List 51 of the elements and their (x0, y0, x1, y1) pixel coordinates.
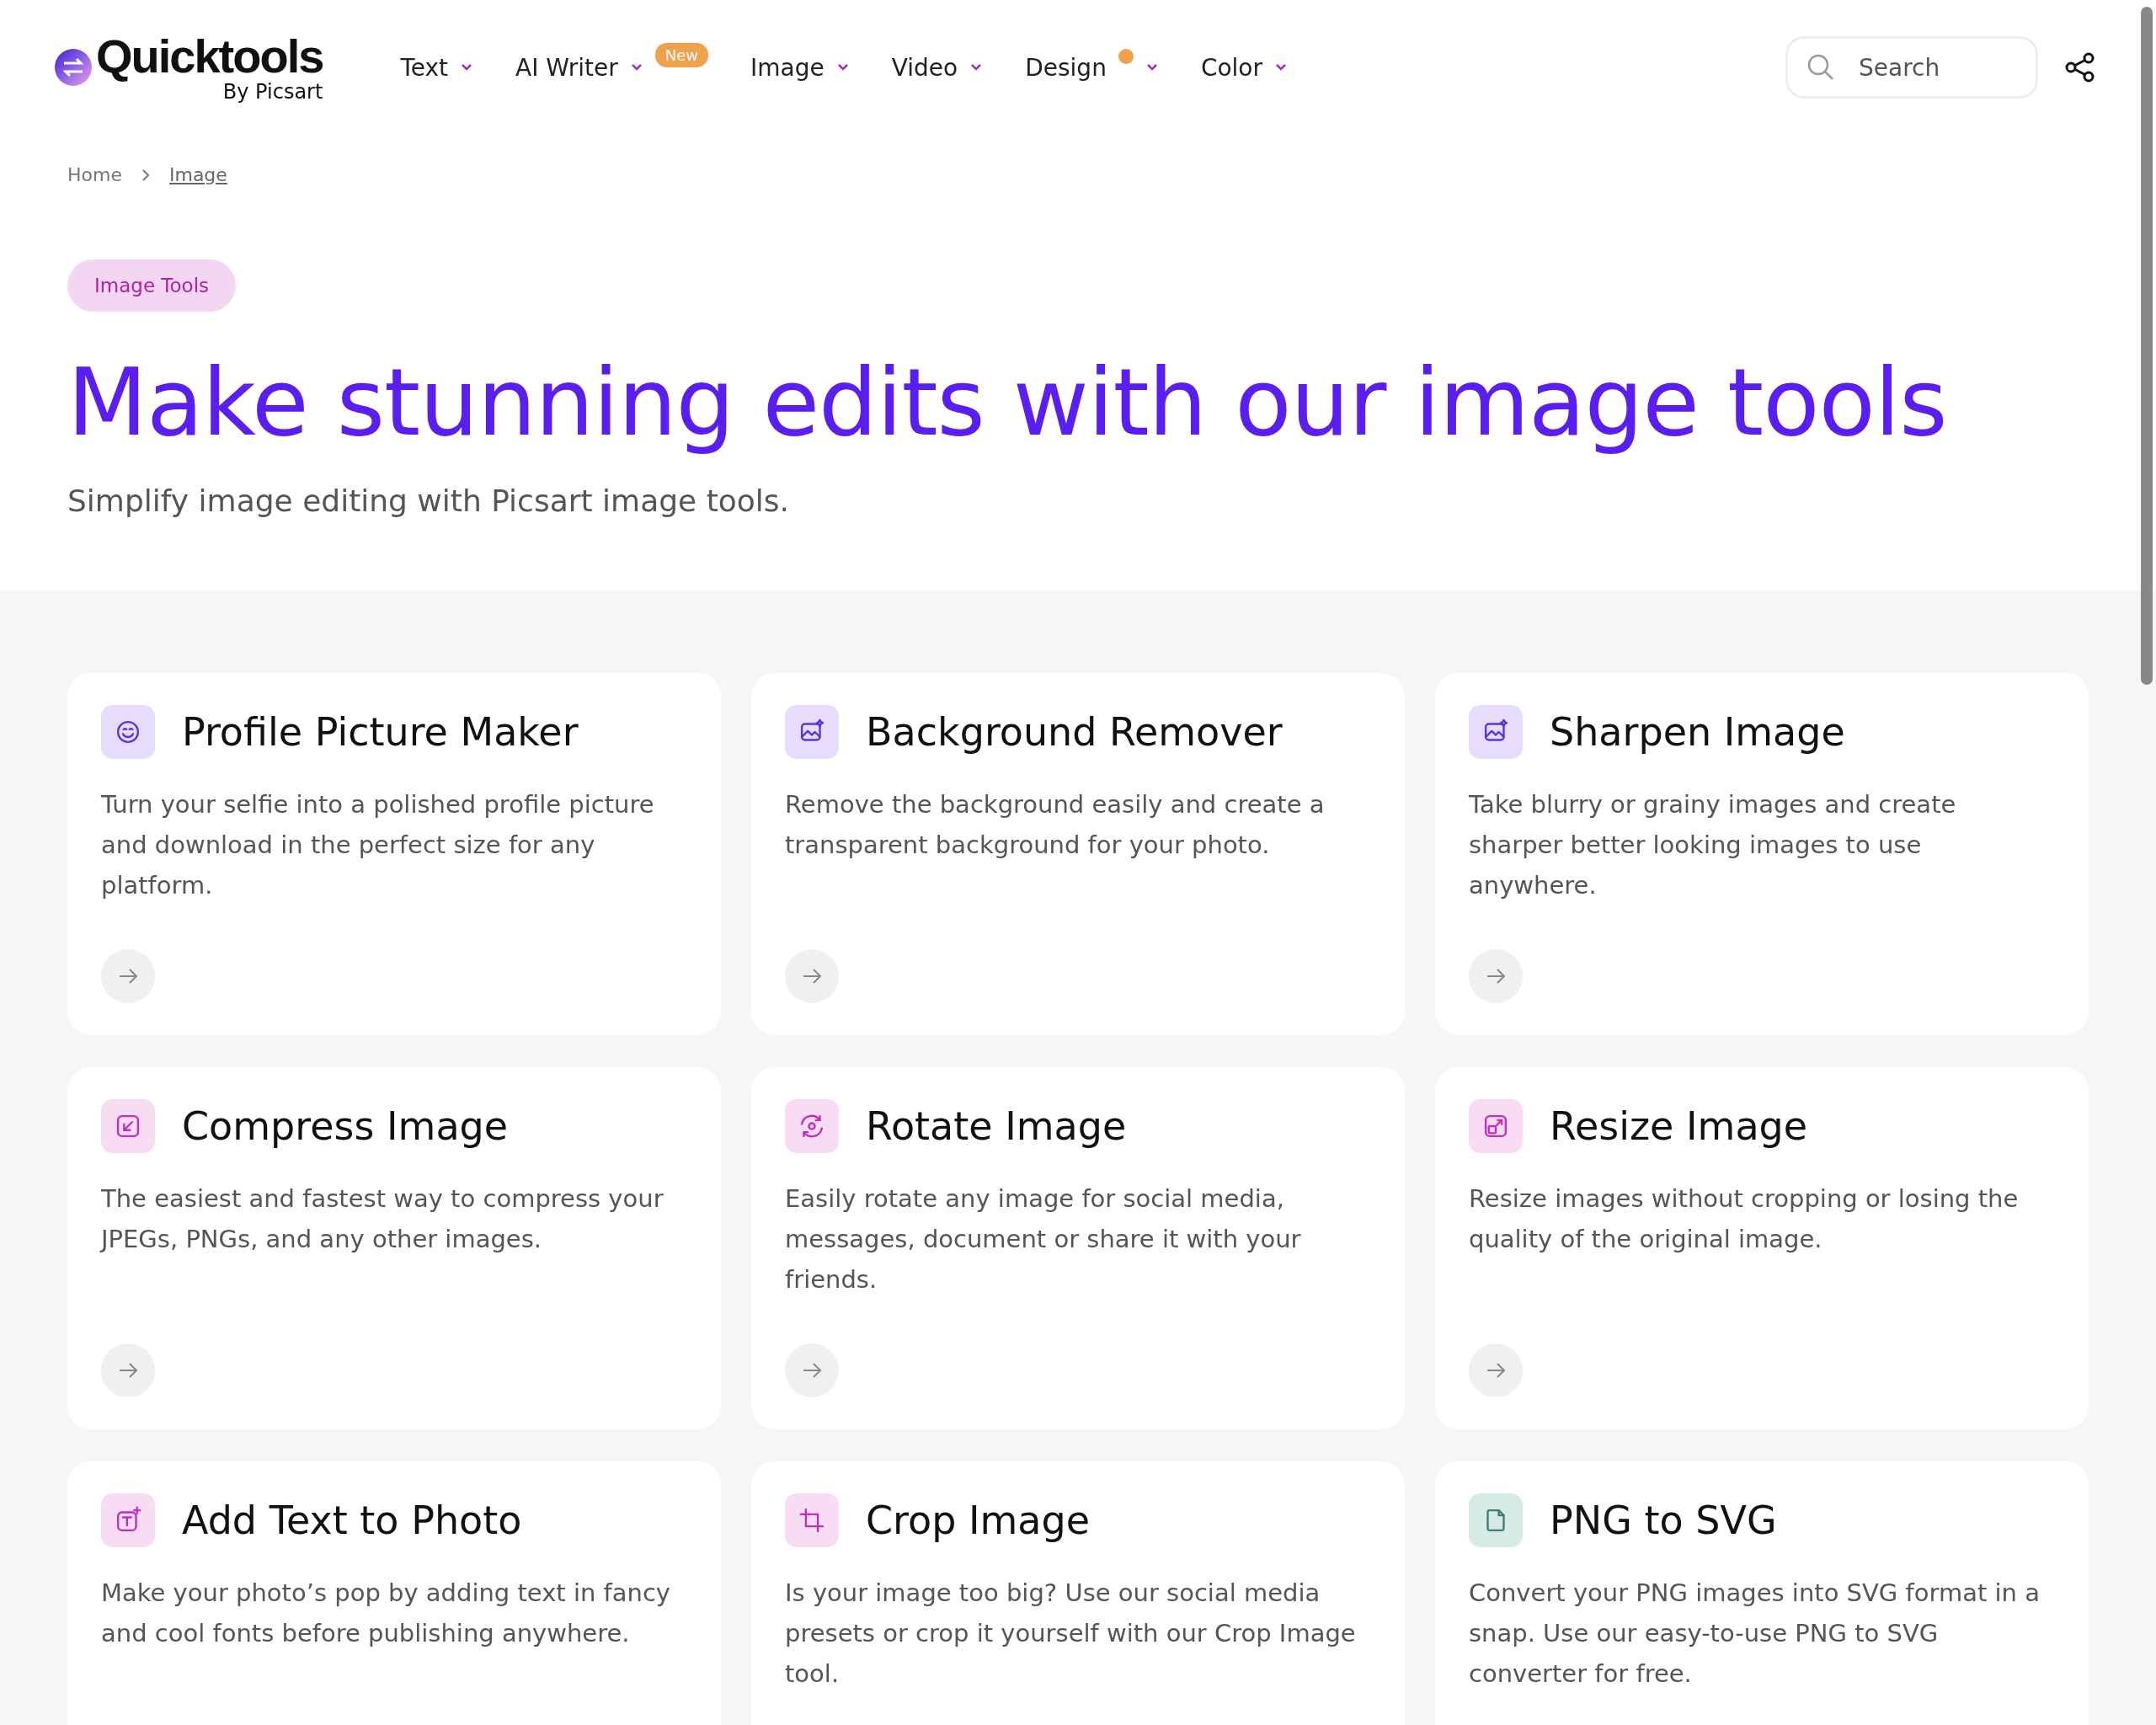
nav-menu-item[interactable]: Text (400, 53, 449, 82)
card-title: Compress Image (182, 1103, 509, 1149)
tool-card[interactable]: Rotate Image Easily rotate any image for social media, messages, document or share it with your friends. (751, 1067, 1405, 1429)
card-title: PNG to SVG (1550, 1498, 1777, 1543)
scrollbar-thumb[interactable] (2141, 7, 2153, 685)
card-title: Rotate Image (866, 1103, 1127, 1149)
tool-card[interactable]: PNG to SVG Convert your PNG images into SVG format in a snap. Use our easy-to-use PNG to SVG converter for free. (1435, 1461, 2089, 1725)
card-description: Easily rotate any image for social media, messages, document or share it with your friends. (785, 1183, 1302, 1295)
logo-byline: By Picsart (222, 82, 323, 102)
chevron-down-icon (835, 62, 850, 72)
nav-menu-item[interactable]: Image (750, 53, 825, 82)
card-description: Turn your selfie into a polished profile picture and download in the perfect size for any platform. (101, 789, 655, 901)
card-description: Is your image too big? Use our social media presets or crop it yourself with our Crop Image tool. (785, 1578, 1357, 1690)
card-description: Resize images without cropping or losing the quality of the original image. (1469, 1183, 2020, 1255)
page-subtitle: Simplify image editing with Picsart image tools. (67, 483, 791, 518)
card-description: Take blurry or grainy images and create sharper better looking images to use anywhere. (1469, 789, 1957, 901)
card-title: Profile Picture Maker (182, 709, 579, 755)
search-field[interactable]: Search (1785, 36, 2038, 99)
tool-card[interactable]: Resize Image Resize images without cropping or losing the quality of the original image. (1435, 1067, 2089, 1429)
card-description: Make your photo’s pop by adding text in fancy and cool fonts before publishing anywhere. (101, 1578, 672, 1649)
card-description: The easiest and fastest way to compress your JPEGs, PNGs, and any other images. (101, 1183, 664, 1255)
card-description: Remove the background easily and create a transparent background for your photo. (785, 789, 1326, 861)
tool-card[interactable]: Compress Image The easiest and fastest way to compress your JPEGs, PNGs, and any other images. (67, 1067, 721, 1429)
card-description: Convert your PNG images into SVG format in a snap. Use our easy-to-use PNG to SVG converter for free. (1469, 1578, 2041, 1690)
nav-menu-item[interactable]: Design (1025, 53, 1107, 82)
chevron-down-icon (1145, 62, 1159, 72)
new-badge: New (654, 42, 709, 67)
tool-card[interactable]: Add Text to Photo Make your photo’s pop by adding text in fancy and cool fonts before publishing anywhere. (67, 1461, 721, 1725)
card-title: Crop Image (866, 1498, 1091, 1543)
tool-card[interactable]: Background Remover Remove the background easily and create a transparent background for your photo. (751, 673, 1405, 1035)
chevron-down-icon (629, 62, 643, 72)
card-title: Add Text to Photo (182, 1498, 522, 1543)
category-tag: Image Tools (67, 259, 236, 312)
breadcrumb-link[interactable]: Home (67, 164, 122, 185)
page-heading: Make stunning edits with our image tools (67, 348, 1948, 458)
card-title: Background Remover (866, 709, 1283, 755)
tool-card[interactable]: Profile Picture Maker Turn your selfie into a polished profile picture and download in the perfect size for any platform. (67, 673, 721, 1035)
nav-menu-item[interactable]: Color (1200, 53, 1262, 82)
breadcrumb-link[interactable]: Image (168, 164, 227, 185)
card-title: Resize Image (1550, 1103, 1808, 1149)
card-title: Sharpen Image (1550, 709, 1845, 755)
chevron-right-icon (140, 168, 151, 182)
chevron-down-icon (969, 62, 984, 72)
tool-card[interactable]: Sharpen Image Take blurry or grainy images and create sharper better looking images to use anywhere. (1435, 673, 2089, 1035)
chevron-down-icon (1274, 62, 1288, 72)
nav-menu-item[interactable]: AI Writer (515, 53, 618, 82)
logo-wordmark[interactable]: Quicktools (96, 33, 323, 80)
tool-card[interactable]: Crop Image Is your image too big? Use our social media presets or crop it yourself with our Crop Image tool. (751, 1461, 1405, 1725)
chevron-down-icon (460, 62, 474, 72)
nav-menu-item[interactable]: Video (891, 53, 958, 82)
logo-icon (54, 48, 93, 87)
